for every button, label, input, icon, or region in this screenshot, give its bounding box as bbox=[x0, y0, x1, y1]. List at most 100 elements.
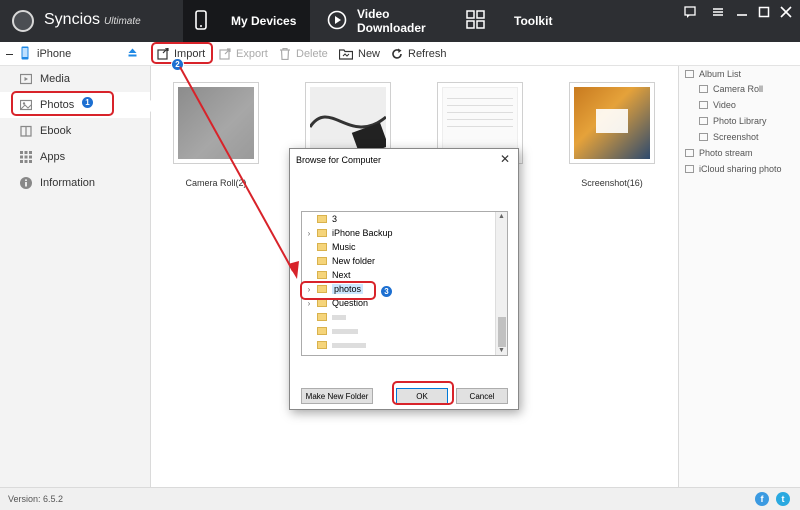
twitter-icon[interactable]: t bbox=[776, 492, 790, 506]
selection-pointer bbox=[144, 100, 151, 112]
facebook-icon[interactable]: f bbox=[755, 492, 769, 506]
version-text: Version: 6.5.2 bbox=[8, 494, 64, 504]
title-bar: Syncios Ultimate My Devices Video Downloa… bbox=[0, 0, 800, 42]
album-cover bbox=[574, 87, 650, 159]
album-list-title[interactable]: Album List bbox=[685, 67, 741, 81]
message-icon[interactable] bbox=[683, 6, 697, 20]
refresh-button[interactable]: Refresh bbox=[391, 45, 447, 63]
album-screenshot[interactable] bbox=[569, 82, 655, 164]
toolkit-icon bbox=[466, 9, 486, 33]
folder-item[interactable] bbox=[302, 324, 496, 338]
make-new-folder-button[interactable]: Make New Folder bbox=[301, 388, 373, 404]
sidebar-item-ebook-label: Ebook bbox=[40, 125, 72, 137]
export-label: Export bbox=[236, 48, 268, 60]
step-3-badge: 3 bbox=[380, 285, 393, 298]
cancel-button[interactable]: Cancel bbox=[456, 388, 508, 404]
tab-my-devices[interactable]: My Devices bbox=[183, 0, 310, 42]
album-list-panel: Album List Camera Roll Video Photo Libra… bbox=[678, 66, 800, 487]
album-list-item[interactable]: Screenshot bbox=[699, 130, 759, 144]
new-album-button[interactable]: New bbox=[338, 45, 381, 63]
screenshot-icon bbox=[699, 133, 708, 141]
folder-icon bbox=[317, 327, 327, 335]
brand-name: Syncios bbox=[44, 11, 101, 28]
album-list-photo-stream[interactable]: Photo stream bbox=[685, 146, 753, 160]
minimize-icon[interactable] bbox=[735, 6, 749, 20]
sidebar-item-apps-label: Apps bbox=[40, 151, 66, 163]
folder-label: Music bbox=[332, 242, 356, 252]
dialog-title: Browse for Computer bbox=[296, 155, 382, 165]
tab-video-downloader[interactable]: Video Downloader bbox=[327, 0, 457, 42]
blurred-label bbox=[332, 342, 366, 348]
maximize-icon[interactable] bbox=[757, 6, 771, 20]
scroll-thumb[interactable] bbox=[498, 317, 506, 347]
blurred-label bbox=[332, 328, 358, 334]
camera-icon bbox=[699, 101, 708, 109]
album-caption: Camera Roll(2) bbox=[185, 178, 247, 188]
device-selector[interactable]: iPhone bbox=[0, 42, 150, 66]
dialog-close-icon[interactable]: ✕ bbox=[500, 152, 510, 166]
folder-item[interactable]: Next bbox=[302, 268, 496, 282]
syncios-logo-icon bbox=[12, 10, 34, 32]
album-list-icloud[interactable]: iCloud sharing photo bbox=[685, 162, 782, 176]
album-camera-roll[interactable] bbox=[173, 82, 259, 164]
icloud-label: iCloud sharing photo bbox=[699, 164, 782, 174]
sidebar-item-ebook[interactable]: Ebook bbox=[0, 118, 150, 144]
album-list-item[interactable]: Video bbox=[699, 98, 736, 112]
album-list-item-label: Camera Roll bbox=[713, 84, 764, 94]
new-label: New bbox=[358, 48, 381, 60]
ebook-icon bbox=[20, 125, 32, 137]
scroll-up-icon[interactable]: ▲ bbox=[498, 213, 505, 220]
camera-icon bbox=[699, 85, 708, 93]
tab-video-downloader-label: Video Downloader bbox=[357, 7, 426, 35]
sidebar-item-information[interactable]: Information bbox=[0, 170, 150, 196]
step-2-badge: 2 bbox=[171, 58, 184, 71]
information-icon bbox=[20, 177, 32, 189]
iphone-device-icon bbox=[21, 46, 29, 63]
folder-item[interactable]: › iPhone Backup bbox=[302, 226, 496, 240]
phone-icon bbox=[195, 9, 207, 33]
sidebar-item-media-label: Media bbox=[40, 73, 70, 85]
folder-item[interactable] bbox=[302, 310, 496, 324]
photo-stream-label: Photo stream bbox=[699, 148, 753, 158]
new-folder-icon bbox=[338, 48, 354, 60]
export-icon bbox=[219, 48, 231, 60]
expand-icon[interactable]: › bbox=[304, 229, 314, 238]
folder-icon bbox=[317, 229, 327, 237]
folder-icon bbox=[317, 313, 327, 321]
tree-scrollbar[interactable]: ▲ ▼ bbox=[495, 212, 507, 355]
trash-icon bbox=[279, 47, 291, 61]
folder-item[interactable] bbox=[302, 338, 496, 352]
refresh-icon bbox=[391, 48, 403, 60]
menu-icon[interactable] bbox=[711, 6, 725, 20]
sidebar-item-media[interactable]: Media bbox=[0, 66, 150, 92]
play-icon bbox=[327, 10, 347, 33]
close-icon[interactable] bbox=[779, 6, 793, 20]
delete-label: Delete bbox=[296, 48, 328, 60]
export-button[interactable]: Export bbox=[219, 45, 268, 63]
toolbar: iPhone Import Export Delete New Refresh bbox=[0, 42, 800, 66]
folder-icon bbox=[317, 271, 327, 279]
status-bar: Version: 6.5.2 f t bbox=[0, 487, 800, 510]
app-brand: Syncios Ultimate bbox=[44, 11, 141, 29]
sidebar-item-apps[interactable]: Apps bbox=[0, 144, 150, 170]
tab-toolkit[interactable]: Toolkit bbox=[466, 0, 566, 42]
step-1-badge: 1 bbox=[81, 96, 94, 109]
collapse-icon[interactable] bbox=[6, 53, 13, 55]
eject-icon[interactable] bbox=[128, 48, 137, 60]
album-list-item[interactable]: Photo Library bbox=[699, 114, 767, 128]
folder-item[interactable]: New folder bbox=[302, 254, 496, 268]
album-list-title-label: Album List bbox=[699, 69, 742, 79]
album-caption: Screenshot(16) bbox=[581, 178, 643, 188]
album-list-item-label: Screenshot bbox=[713, 132, 759, 142]
sidebar-item-information-label: Information bbox=[40, 177, 96, 189]
folder-label: iPhone Backup bbox=[332, 228, 393, 238]
brand-edition: Ultimate bbox=[104, 16, 141, 27]
highlight-ok bbox=[392, 381, 454, 405]
media-icon bbox=[19, 73, 33, 85]
delete-button[interactable]: Delete bbox=[279, 45, 328, 63]
folder-item[interactable]: Music bbox=[302, 240, 496, 254]
folder-item[interactable]: 3 bbox=[302, 212, 496, 226]
album-list-item-label: Photo Library bbox=[713, 116, 767, 126]
album-list-item[interactable]: Camera Roll bbox=[699, 82, 763, 96]
scroll-down-icon[interactable]: ▼ bbox=[498, 347, 505, 354]
